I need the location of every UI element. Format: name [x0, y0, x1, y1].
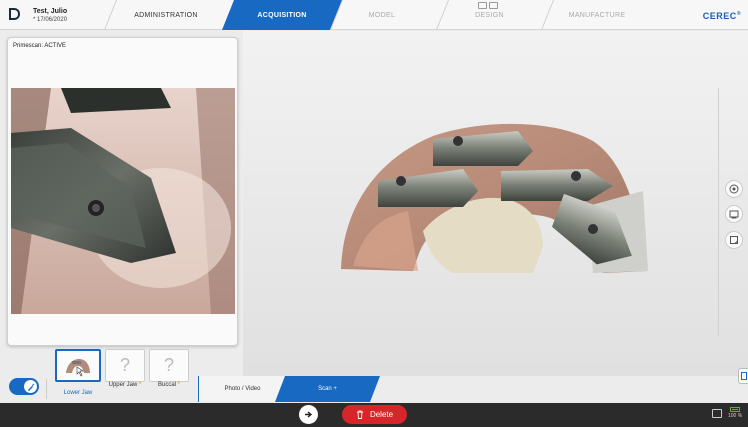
required-star: *: [139, 382, 142, 388]
next-button[interactable]: [299, 405, 318, 424]
camera-status: Primescan: ACTIVE: [13, 43, 67, 49]
camera-scene: [11, 88, 235, 314]
scan-label-upper-jaw: Upper Jaw *: [105, 382, 145, 388]
note-icon: [730, 236, 738, 244]
top-bar: Test, Julio * 17/06/2020 ADMINISTRATION …: [0, 0, 748, 30]
scan-thumb-lower-jaw[interactable]: [55, 349, 101, 382]
side-panel-tab[interactable]: [738, 368, 748, 384]
placeholder-mark: ?: [163, 355, 174, 375]
delete-label: Delete: [369, 410, 394, 419]
chevron-down-icon: [489, 2, 498, 9]
live-camera-image: [11, 88, 235, 314]
camera-preview-panel: Primescan: ACTIVE: [7, 37, 238, 346]
step-model[interactable]: MODEL: [332, 0, 432, 30]
workflow-steps: ADMINISTRATION ACQUISITION MODEL DESIGN …: [102, 0, 712, 30]
model-icon: [729, 210, 739, 219]
patient-info[interactable]: Test, Julio * 17/06/2020: [33, 8, 67, 24]
brush-icon: [27, 383, 34, 391]
scan-label-buccal: Buccal *: [149, 382, 189, 388]
right-rail-divider: [718, 88, 719, 336]
tooth-tool-button[interactable]: [725, 180, 743, 198]
step-administration[interactable]: ADMINISTRATION: [116, 0, 216, 30]
note-tool-button[interactable]: [725, 231, 743, 249]
scan-label-lower-jaw: Lower Jaw: [55, 390, 101, 396]
scan-thumb-upper-jaw[interactable]: ?: [105, 349, 145, 382]
photo-video-label: Photo / Video: [224, 386, 261, 392]
step-manufacture[interactable]: MANUFACTURE: [547, 0, 647, 30]
patient-dob: * 17/06/2020: [33, 17, 68, 23]
scan-thumb-buccal[interactable]: ?: [149, 349, 189, 382]
trash-icon: [356, 410, 363, 419]
scan-tab[interactable]: Scan +: [275, 376, 380, 402]
brand-text: CEREC: [702, 11, 737, 21]
tooth-icon: [729, 184, 739, 194]
model-tool-button[interactable]: [725, 205, 743, 223]
lower-jaw-thumbnail: [66, 358, 90, 377]
placeholder-mark: ?: [119, 355, 130, 375]
scan-tab-label: Scan +: [318, 386, 337, 392]
cerec-brand: CEREC®: [703, 11, 741, 21]
battery-indicator: 100 %: [728, 407, 742, 419]
patient-name: Test, Julio: [33, 8, 68, 15]
jaw-3d-model[interactable]: [243, 31, 748, 376]
step-acquisition[interactable]: ACQUISITION: [222, 0, 342, 30]
dentsply-logo-icon: [9, 8, 20, 20]
scan-label-text: Upper Jaw: [108, 382, 138, 388]
mouse-cursor-icon: [76, 365, 84, 377]
strip-divider: [46, 379, 47, 399]
battery-percent: 100 %: [728, 413, 743, 419]
toggle-knob: [24, 380, 37, 393]
arrow-right-icon: [305, 411, 313, 418]
brush-mode-toggle[interactable]: [9, 378, 39, 395]
delete-button[interactable]: Delete: [342, 405, 407, 424]
brand-mark: ®: [736, 11, 741, 17]
message-icon[interactable]: [712, 409, 722, 418]
scan-3d-viewer[interactable]: [243, 31, 748, 376]
scan-label-text: Buccal: [157, 382, 176, 388]
design-mode-icons[interactable]: [478, 2, 498, 9]
battery-icon: [730, 407, 741, 412]
scan-label-text: Lower Jaw: [63, 390, 93, 396]
photo-video-tab[interactable]: Photo / Video: [198, 376, 286, 402]
required-star: *: [177, 382, 181, 388]
grid-icon: [478, 2, 487, 9]
panel-icon: [740, 372, 747, 380]
